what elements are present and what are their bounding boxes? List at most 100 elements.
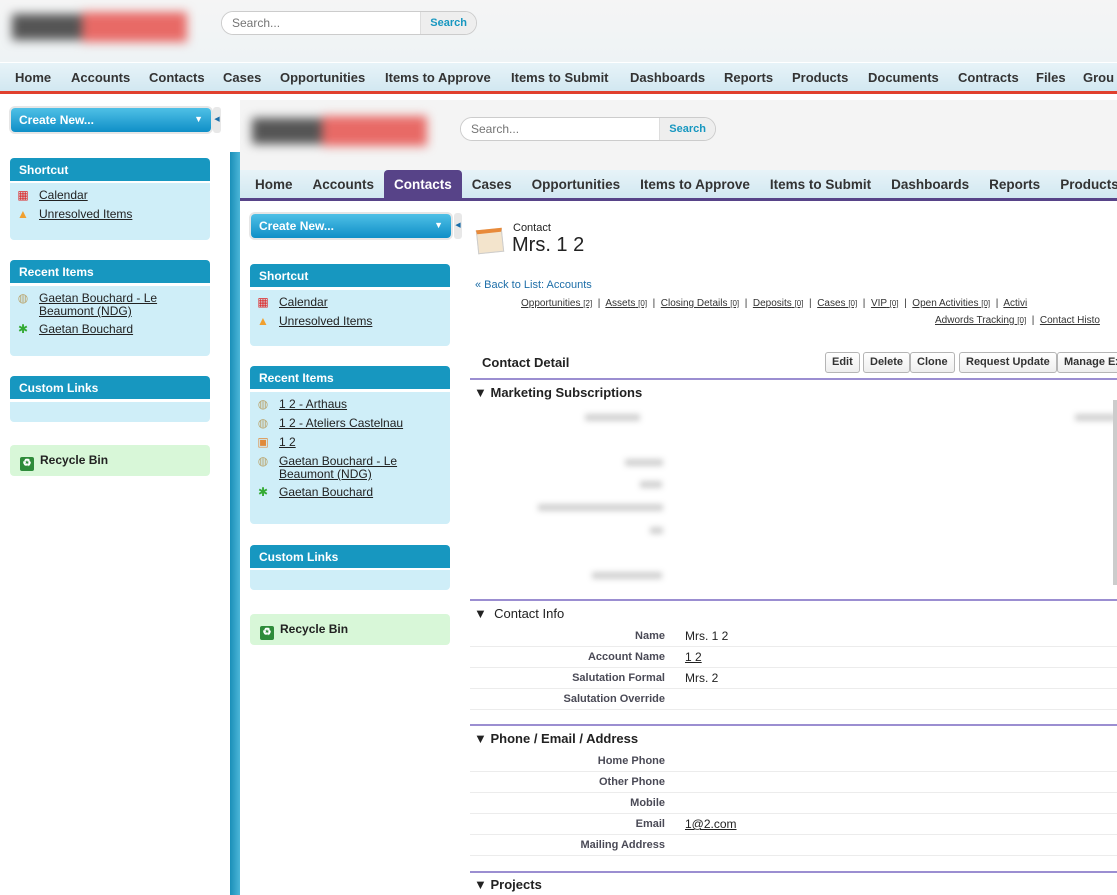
inner-tab-reports[interactable]: Reports [979,170,1050,198]
redacted-field [592,572,662,579]
outer-tab-products[interactable]: Products [792,63,848,91]
related-list-count: [0] [981,299,991,308]
delete-button[interactable]: Delete [863,352,911,373]
dropdown-arrow-icon: ▼ [194,114,203,124]
inner-shortcut-unresolved[interactable]: Unresolved Items [279,315,372,328]
field-label: Mailing Address [580,839,665,851]
inner-recent-item[interactable]: Gaetan Bouchard - Le Beaumont (NDG) [279,455,419,481]
inner-recent-header: Recent Items [250,366,450,389]
inner-search-input[interactable] [461,118,660,140]
clone-button[interactable]: Clone [910,352,955,373]
inner-recent-item[interactable]: Gaetan Bouchard [279,486,373,499]
outer-shortcut-calendar[interactable]: Calendar [39,189,88,202]
outer-tab-cases[interactable]: Cases [223,63,261,91]
inner-tab-opportunities[interactable]: Opportunities [522,170,631,198]
related-list-link[interactable]: VIP [0] [871,298,899,309]
outer-tab-documents[interactable]: Documents [868,63,939,91]
inner-frame-border [230,152,240,895]
section-projects[interactable]: ▼ Projects [474,877,542,892]
outer-recent-item[interactable]: Gaetan Bouchard [39,323,133,336]
inner-shortcut-calendar[interactable]: Calendar [279,296,328,309]
inner-custom-links-body [250,570,450,590]
warning-icon: ▲ [17,207,29,221]
outer-tab-contacts[interactable]: Contacts [149,63,205,91]
related-list-label: Assets [605,298,636,309]
inner-recent-item[interactable]: 1 2 - Arthaus [279,398,347,411]
outer-search-input[interactable] [222,12,421,34]
inner-tab-items-to-approve[interactable]: Items to Approve [630,170,760,198]
section-contact-info[interactable]: ▼ Contact Info [474,606,564,621]
related-links-row-2: Adwords Tracking [0] | Contact Histo [935,315,1100,326]
related-list-link[interactable]: Opportunities [2] [521,298,592,309]
outer-tab-groups[interactable]: Grou [1083,63,1114,91]
related-list-link[interactable]: Adwords Tracking [0] [935,315,1026,326]
inner-search-button[interactable]: Search [659,118,715,140]
related-list-link[interactable]: Cases [0] [817,298,857,309]
inner-recent-item[interactable]: 1 2 [279,436,296,449]
related-list-link[interactable]: Closing Details [0] [661,298,739,309]
divider [470,599,1117,601]
separator: | [1026,315,1040,326]
field-value[interactable]: 1 2 [685,650,702,664]
related-list-count: [0] [638,299,648,308]
inner-recent-item[interactable]: 1 2 - Ateliers Castelnau [279,417,403,430]
detail-row: Mobile [470,793,1117,814]
inner-sidebar-collapse-handle[interactable]: ◀ [454,213,462,239]
outer-nav: Home Accounts Contacts Cases Opportuniti… [0,63,1117,94]
manage-external-button[interactable]: Manage Ex [1057,352,1117,373]
collapse-triangle-icon: ▼ [474,731,487,746]
back-to-list-link[interactable]: « Back to List: Accounts [475,279,592,291]
outer-tab-items-to-approve[interactable]: Items to Approve [385,63,491,91]
section-marketing-subscriptions[interactable]: ▼ Marketing Subscriptions [474,385,642,400]
related-list-link[interactable]: Assets [0] [605,298,647,309]
related-list-count: [2] [583,299,593,308]
redacted-field [625,459,663,466]
outer-sidebar-collapse-handle[interactable]: ◀ [213,107,221,133]
outer-tab-files[interactable]: Files [1036,63,1066,91]
inner-tab-dashboards[interactable]: Dashboards [881,170,979,198]
request-update-button[interactable]: Request Update [959,352,1057,373]
related-list-link[interactable]: Deposits [0] [753,298,804,309]
divider [470,724,1117,726]
field-value: Mrs. 1 2 [685,629,729,643]
field-label: Account Name [587,651,665,663]
inner-tab-items-to-submit[interactable]: Items to Submit [760,170,881,198]
redacted-field [640,481,662,488]
related-list-label: Contact Histo [1039,315,1100,326]
outer-tab-reports[interactable]: Reports [724,63,773,91]
inner-recycle-bin[interactable]: ♻ Recycle Bin [250,614,450,645]
outer-tab-contracts[interactable]: Contracts [958,63,1019,91]
outer-tab-home[interactable]: Home [15,63,51,91]
outer-recycle-bin[interactable]: ♻ Recycle Bin [10,445,210,476]
inner-create-new-button[interactable]: Create New... ▼ [251,214,451,238]
outer-tab-opportunities[interactable]: Opportunities [280,63,365,91]
recycle-bin-icon: ♻ [260,626,274,640]
outer-search-button[interactable]: Search [420,12,476,34]
related-links-row-1: Opportunities [2] | Assets [0] | Closing… [521,298,1027,309]
inner-tab-cases[interactable]: Cases [462,170,522,198]
separator: | [857,298,871,309]
redacted-field [650,527,663,534]
edit-button[interactable]: Edit [825,352,860,373]
related-list-label: Closing Details [660,298,728,309]
recycle-bin-label: Recycle Bin [280,622,349,636]
outer-tab-accounts[interactable]: Accounts [71,63,130,91]
record-type-label: Contact [513,222,551,234]
related-list-link[interactable]: Open Activities [0] [912,298,990,309]
inner-tab-accounts[interactable]: Accounts [303,170,385,198]
inner-tab-home[interactable]: Home [245,170,303,198]
outer-shortcut-unresolved[interactable]: Unresolved Items [39,208,132,221]
inner-custom-links-header: Custom Links [250,545,450,568]
outer-tab-items-to-submit[interactable]: Items to Submit [511,63,609,91]
related-list-link[interactable]: Activi [1003,298,1027,309]
outer-recent-item[interactable]: Gaetan Bouchard - Le Beaumont (NDG) [39,292,179,318]
inner-tab-contacts[interactable]: Contacts [384,170,462,198]
divider [470,871,1117,873]
section-phone-email-address[interactable]: ▼ Phone / Email / Address [474,731,638,746]
field-value[interactable]: 1@2.com [685,817,737,831]
outer-create-new-button[interactable]: Create New... ▼ [11,108,211,132]
related-list-link[interactable]: Contact Histo [1040,315,1100,326]
field-label: Salutation Formal [572,672,665,684]
inner-tab-products[interactable]: Products [1050,170,1117,198]
outer-tab-dashboards[interactable]: Dashboards [630,63,705,91]
